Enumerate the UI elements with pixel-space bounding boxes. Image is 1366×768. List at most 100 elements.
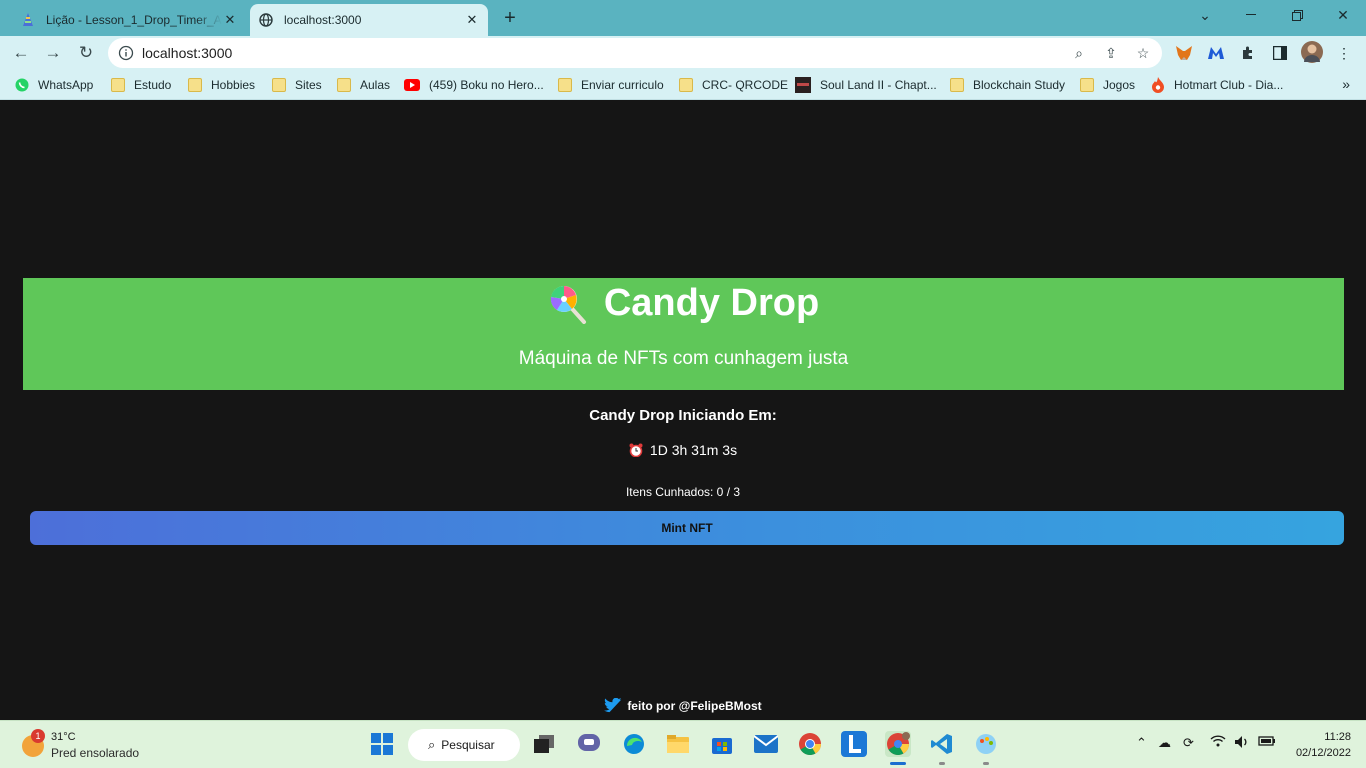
battery-icon[interactable] (1258, 735, 1276, 750)
teams-chat-icon[interactable] (576, 731, 602, 757)
microsoft-store-icon[interactable] (709, 731, 735, 757)
bookmark-label: Soul Land II - Chapt... (820, 78, 937, 92)
back-icon[interactable]: ← (8, 40, 34, 66)
hero-banner: Candy Drop Máquina de NFTs com cunhagem … (23, 278, 1344, 390)
tab-search-icon[interactable]: ⌄ (1182, 0, 1228, 30)
metamask-icon[interactable] (1174, 43, 1194, 63)
bookmark-label: Enviar curriculo (581, 78, 664, 92)
globe-icon (258, 12, 274, 28)
weather-widget[interactable]: 1 31°C Pred ensolarado (20, 729, 200, 763)
side-panel-icon[interactable] (1270, 43, 1290, 63)
task-view-icon[interactable] (531, 731, 557, 757)
chrome-profile-icon[interactable] (885, 731, 911, 757)
bookmark-label: Aulas (360, 78, 391, 92)
youtube-icon (404, 79, 420, 91)
file-explorer-icon[interactable] (665, 731, 691, 757)
start-icon[interactable] (369, 731, 395, 757)
taskbar-search[interactable]: ⌕ Pesquisar (408, 729, 520, 761)
tab-localhost[interactable]: localhost:3000 ✕ (250, 4, 488, 36)
wifi-icon[interactable] (1210, 735, 1226, 750)
share-icon[interactable]: ⇪ (1102, 44, 1120, 62)
profile-avatar[interactable] (1301, 41, 1323, 63)
footer-text[interactable]: feito por @FelipeBMost (627, 699, 761, 713)
browser-toolbar: ← → ↻ localhost:3000 ⌕ ⇪ ☆ ⋮ (0, 36, 1366, 70)
extensions-icon[interactable] (1238, 43, 1258, 63)
zoom-icon[interactable]: ⌕ (1070, 44, 1088, 62)
bookmark-label: Sites (295, 78, 322, 92)
bookmark-blockchain-study[interactable]: Blockchain Study (950, 76, 1065, 94)
footer: feito por @FelipeBMost (0, 698, 1366, 714)
windows-taskbar: 1 31°C Pred ensolarado ⌕ Pesquisar ⌃ ☁ ⟳… (0, 720, 1366, 768)
bookmark-star-icon[interactable]: ☆ (1134, 44, 1152, 62)
chevron-up-icon[interactable]: ⌃ (1136, 735, 1147, 751)
countdown-label: Candy Drop Iniciando Em: (589, 407, 777, 424)
bookmarks-bar: WhatsApp Estudo Hobbies Sites Aulas (459… (0, 70, 1366, 100)
bookmark-label: CRC- QRCODE (702, 78, 788, 92)
bookmark-aulas[interactable]: Aulas (337, 76, 390, 94)
malwarebytes-icon[interactable] (1206, 43, 1226, 63)
chrome-icon[interactable] (797, 731, 823, 757)
minimize-icon[interactable] (1228, 0, 1274, 30)
hero-title-row: Candy Drop (23, 282, 1344, 325)
close-tab-icon[interactable]: ✕ (464, 12, 480, 28)
bookmark-hotmart[interactable]: Hotmart Club - Dia... (1151, 76, 1283, 94)
page-icon (795, 77, 811, 93)
restore-icon[interactable] (1274, 0, 1320, 30)
weather-condition: Pred ensolarado (51, 746, 140, 760)
forward-icon[interactable]: → (40, 40, 66, 66)
folder-icon (679, 78, 693, 92)
l-app-icon[interactable] (841, 731, 867, 757)
close-tab-icon[interactable]: ✕ (222, 12, 238, 28)
bookmark-jogos[interactable]: Jogos (1080, 76, 1135, 94)
bookmark-label: Jogos (1103, 78, 1136, 92)
bookmark-label: Blockchain Study (973, 78, 1066, 92)
mail-icon[interactable] (753, 731, 779, 757)
more-bookmarks-icon[interactable]: » (1342, 76, 1350, 92)
tab-title: Lição - Lesson_1_Drop_Timer_And (46, 13, 222, 27)
countdown-timer: 1D 3h 31m 3s (0, 442, 1366, 458)
folder-icon (558, 78, 572, 92)
folder-icon (337, 78, 351, 92)
lollipop-icon (550, 285, 586, 324)
system-clock[interactable]: 11:28 02/12/2022 (1296, 729, 1351, 761)
clock-time: 11:28 (1324, 731, 1351, 743)
alarm-clock-icon (629, 443, 643, 457)
close-window-icon[interactable]: ✕ (1320, 0, 1366, 30)
site-info-icon[interactable] (118, 45, 134, 61)
hotmart-icon (1152, 77, 1164, 93)
tab-lesson[interactable]: Lição - Lesson_1_Drop_Timer_And ✕ (12, 4, 246, 36)
search-icon: ⌕ (428, 737, 436, 752)
page-content: Candy Drop Máquina de NFTs com cunhagem … (0, 101, 1366, 720)
bookmark-soul-land[interactable]: Soul Land II - Chapt... (795, 76, 937, 94)
countdown-value: 1D 3h 31m 3s (649, 442, 738, 458)
tab-title: localhost:3000 (284, 13, 362, 27)
menu-icon[interactable]: ⋮ (1334, 43, 1354, 63)
vscode-icon[interactable] (929, 731, 955, 757)
bookmark-crc-qrcode[interactable]: CRC- QRCODE (679, 76, 788, 94)
edge-icon[interactable] (621, 731, 647, 757)
active-app-indicator (890, 762, 906, 765)
bookmark-sites[interactable]: Sites (272, 76, 322, 94)
minted-count: Itens Cunhados: 0 / 3 (625, 485, 741, 499)
address-bar[interactable]: localhost:3000 ⌕ ⇪ ☆ (108, 38, 1162, 68)
temperature: 31°C (51, 731, 76, 743)
folder-icon (272, 78, 286, 92)
bookmark-enviar-curriculo[interactable]: Enviar curriculo (558, 76, 664, 94)
sync-icon[interactable]: ⟳ (1183, 735, 1194, 751)
new-tab-button[interactable]: + (498, 7, 522, 31)
reload-icon[interactable]: ↻ (73, 40, 99, 66)
bookmark-label: Hotmart Club - Dia... (1174, 78, 1284, 92)
mint-nft-button[interactable]: Mint NFT (30, 511, 1344, 545)
search-label: Pesquisar (441, 738, 495, 752)
bookmark-whatsapp[interactable]: WhatsApp (15, 76, 93, 94)
bookmark-boku-no-hero[interactable]: (459) Boku no Hero... (404, 76, 544, 94)
bookmark-hobbies[interactable]: Hobbies (188, 76, 255, 94)
running-app-indicator (983, 762, 989, 765)
volume-icon[interactable] (1234, 735, 1250, 752)
whatsapp-icon (15, 78, 29, 92)
twitter-icon (604, 698, 622, 713)
onedrive-icon[interactable]: ☁ (1158, 735, 1171, 751)
paint-icon[interactable] (973, 731, 999, 757)
bookmark-estudo[interactable]: Estudo (111, 76, 171, 94)
buildspace-icon (20, 12, 36, 28)
